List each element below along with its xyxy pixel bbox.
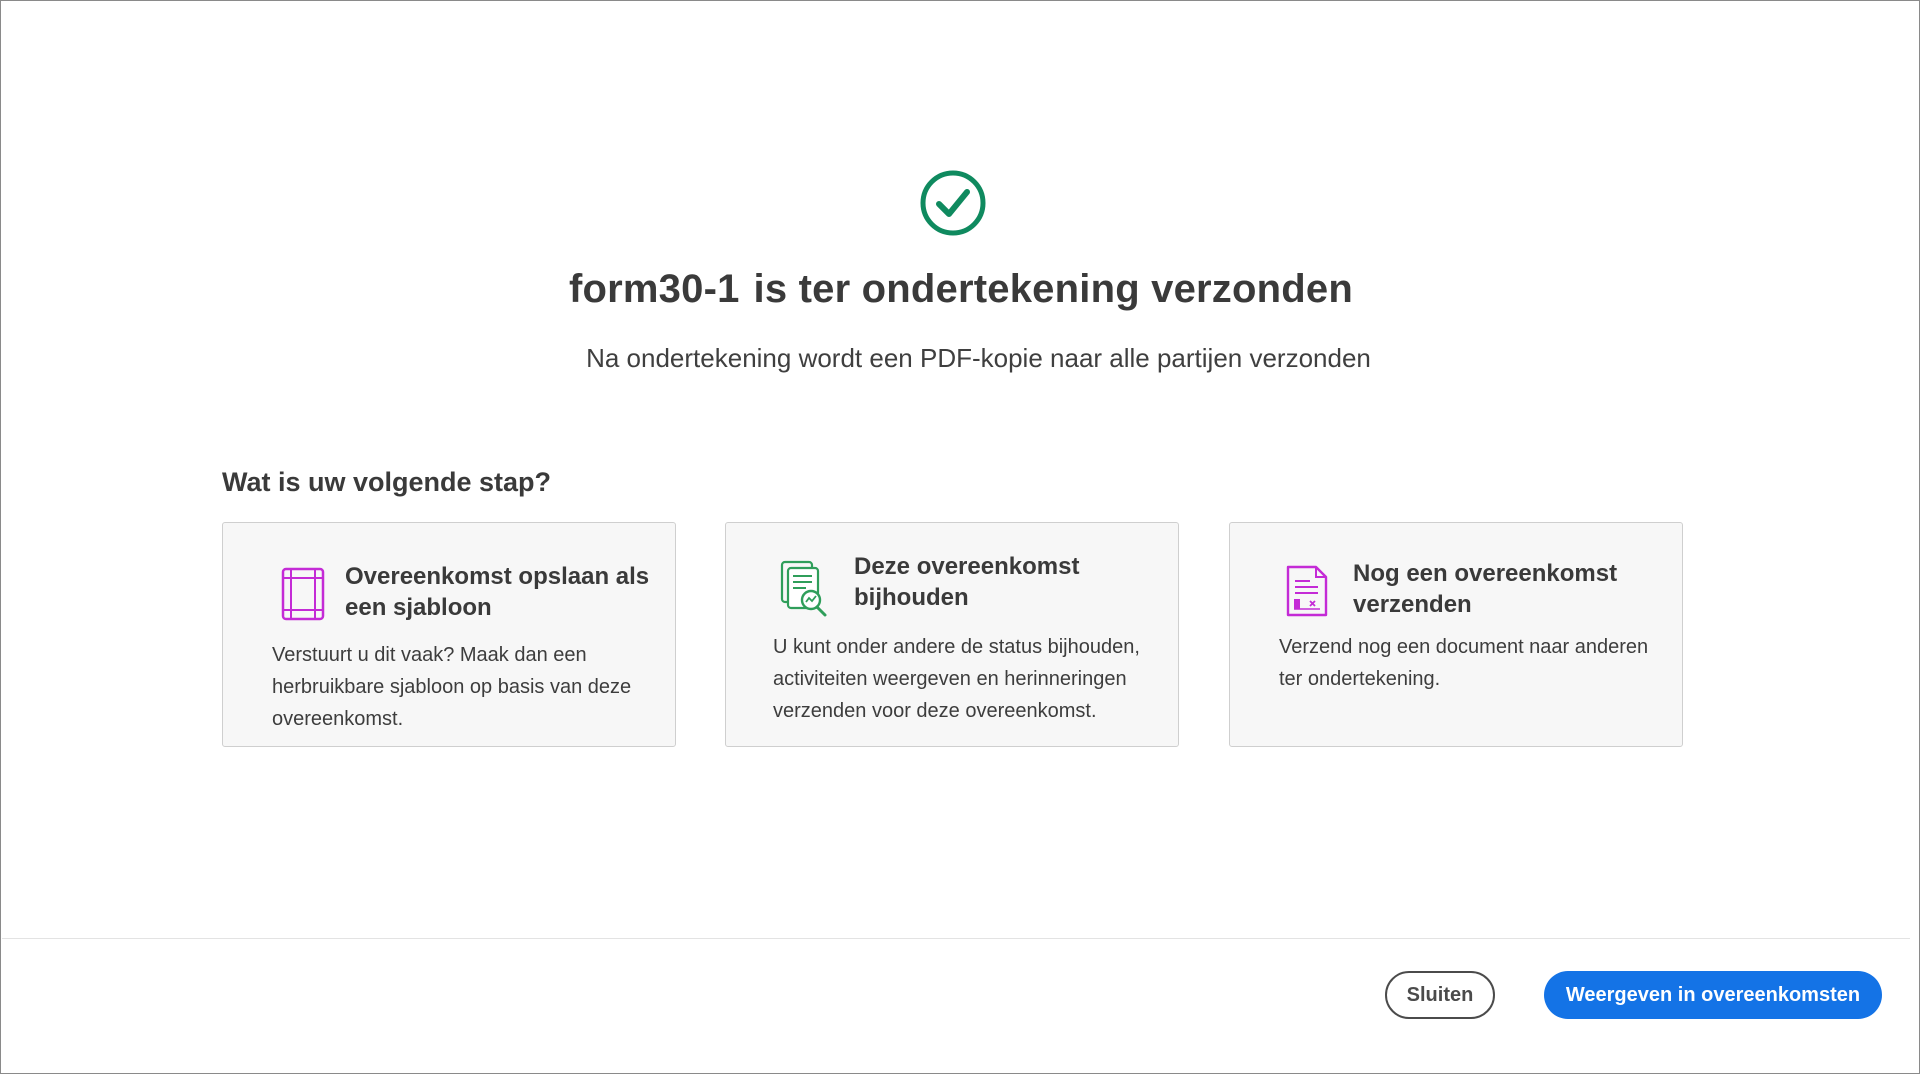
card-description: Verstuurt u dit vaak? Maak dan een herbr…	[272, 644, 632, 730]
card-title: Nog een overeenkomst verzenden	[1353, 560, 1618, 618]
document-name: form30-1	[568, 267, 740, 311]
subtitle: Na ondertekening wordt een PDF-kopie naa…	[586, 343, 1371, 373]
card-title: Overeenkomst opslaan als een sjabloon	[345, 563, 650, 621]
next-steps-heading: Wat is uw volgende stap?	[222, 467, 552, 497]
check-circle-icon	[920, 170, 986, 236]
page-title: form30-1 is ter ondertekening verzonden	[1, 267, 1920, 312]
save-as-template-card[interactable]: Overeenkomst opslaan als een sjabloon Ve…	[222, 522, 676, 747]
track-document-icon	[780, 560, 827, 617]
footer-divider	[2, 938, 1910, 939]
view-in-agreements-button[interactable]: Weergeven in overeenkomsten	[1544, 971, 1882, 1019]
card-title: Deze overeenkomst bijhouden	[854, 553, 1080, 611]
title-suffix: is ter ondertekening verzonden	[753, 267, 1353, 311]
template-icon	[281, 567, 325, 621]
dialog: form30-1 is ter ondertekening verzonden N…	[0, 0, 1920, 1074]
send-another-agreement-card[interactable]: Nog een overeenkomst verzenden Verzend n…	[1229, 522, 1683, 747]
card-description: U kunt onder andere de status bijhouden,…	[773, 636, 1140, 722]
card-description: Verzend nog een document naar anderen te…	[1279, 636, 1649, 690]
send-document-icon	[1286, 565, 1328, 617]
track-agreement-card[interactable]: Deze overeenkomst bijhouden U kunt onder…	[725, 522, 1179, 747]
close-button[interactable]: Sluiten	[1385, 971, 1495, 1019]
